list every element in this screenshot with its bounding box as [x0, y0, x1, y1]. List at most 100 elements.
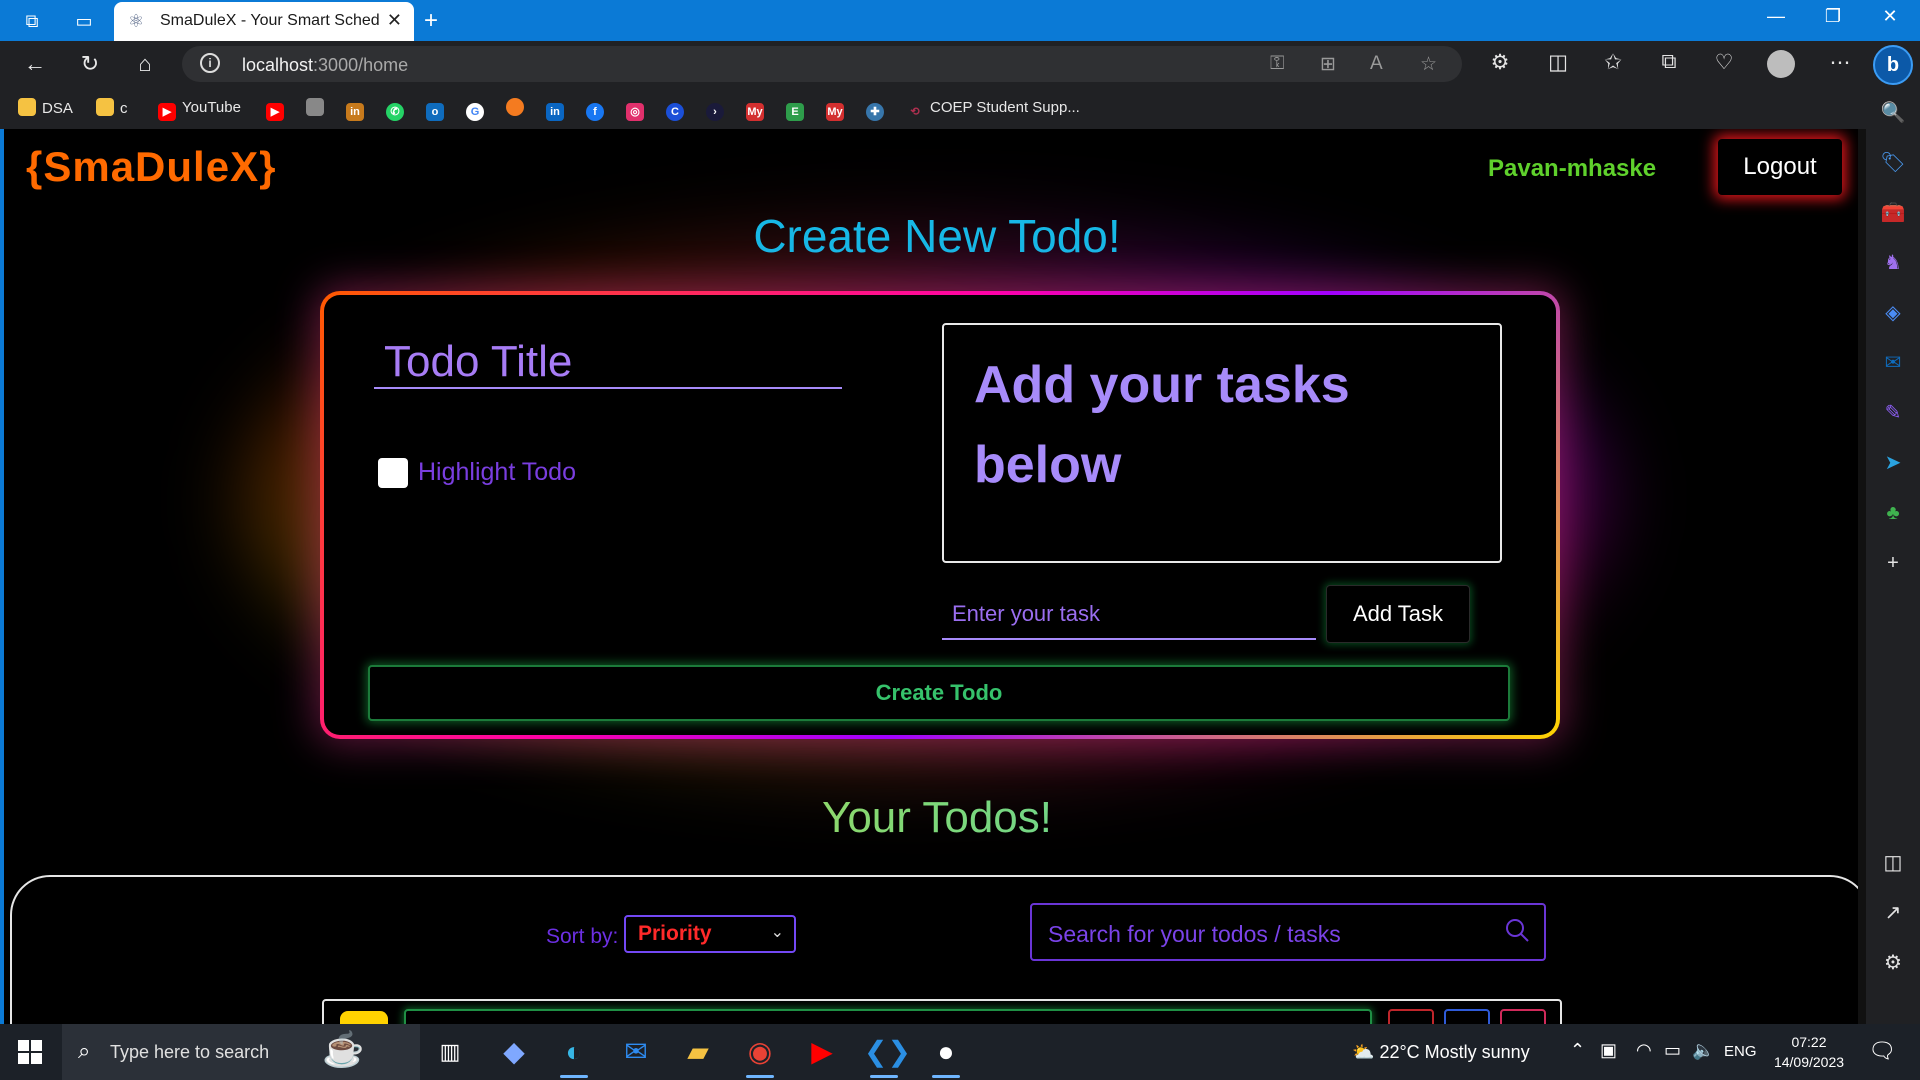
bookmark-python[interactable]: ✚ — [866, 98, 890, 121]
bookmark-my-1[interactable]: My — [746, 98, 770, 121]
split-screen-icon[interactable]: ◫ — [1544, 50, 1572, 75]
todo-item-title[interactable] — [404, 1009, 1372, 1024]
key-icon[interactable]: ⚿ — [1270, 53, 1284, 75]
copilot-icon[interactable]: ◆ — [494, 1034, 534, 1070]
youtube-icon[interactable]: ▶ — [802, 1034, 842, 1070]
favorites-icon[interactable]: ✩ — [1599, 50, 1627, 75]
shopping-tag-icon[interactable]: 🏷 — [1879, 149, 1907, 177]
logout-button[interactable]: Logout — [1718, 139, 1842, 195]
priority-badge[interactable] — [340, 1011, 388, 1024]
new-tab-button[interactable]: + — [424, 7, 438, 35]
copilot-icon[interactable]: ◈ — [1879, 299, 1907, 327]
settings-gear-icon[interactable]: ⚙ — [1879, 949, 1907, 977]
volume-icon[interactable]: 🔈 — [1692, 1040, 1714, 1061]
telegram-icon[interactable]: ➤ — [1879, 449, 1907, 477]
bookmark-in[interactable]: in — [346, 98, 370, 121]
notification-icon[interactable]: 🗨 — [1868, 1038, 1896, 1064]
bookmark-youtube[interactable]: ▶ YouTube — [158, 98, 241, 121]
show-hidden-icons[interactable]: ⌃ — [1570, 1040, 1585, 1061]
app-logo[interactable]: {SmaDuleX} — [26, 143, 276, 191]
chrome-icon[interactable]: ◉ — [740, 1034, 780, 1078]
search-icon[interactable] — [1504, 917, 1530, 943]
browser-essentials-icon[interactable]: ♡ — [1710, 50, 1738, 75]
tree-icon[interactable]: ♣ — [1879, 499, 1907, 527]
profile-avatar[interactable] — [1767, 50, 1795, 78]
back-button[interactable]: ← — [20, 51, 50, 77]
vscode-icon[interactable]: ❮❯ — [864, 1034, 911, 1078]
bookmark-whatsapp[interactable]: ✆ — [386, 98, 410, 121]
designer-icon[interactable]: ✎ — [1879, 399, 1907, 427]
todo-title-input[interactable] — [374, 337, 842, 389]
restore-button[interactable]: ❐ — [1813, 6, 1853, 27]
highlight-checkbox[interactable] — [378, 458, 408, 488]
sort-dropdown[interactable]: Priority ⌄ — [624, 915, 796, 953]
edit-button[interactable] — [1444, 1009, 1490, 1024]
address-bar[interactable]: i localhost:3000/home ⚿ ⊞ A ☆ — [182, 46, 1462, 82]
highlight-label[interactable]: Highlight Todo — [418, 458, 576, 487]
search-icon[interactable]: 🔍 — [1879, 99, 1907, 127]
page-viewport: {SmaDuleX} Pavan-mhaske Logout Create Ne… — [0, 129, 1866, 1024]
add-task-button[interactable]: Add Task — [1326, 585, 1470, 643]
bookmark-orange[interactable] — [506, 98, 530, 118]
minimize-button[interactable]: — — [1756, 6, 1796, 27]
bookmark-linkedin[interactable]: in — [546, 98, 570, 121]
bookmark-c[interactable]: c — [96, 98, 128, 118]
delete-button[interactable] — [1388, 1009, 1434, 1024]
apps-icon[interactable]: ⊞ — [1320, 53, 1336, 76]
bookmark-coep[interactable]: ⟲ COEP Student Supp... — [906, 98, 1079, 118]
weather-widget[interactable]: ⛅ 22°C Mostly sunny — [1352, 1042, 1530, 1063]
github-icon[interactable]: ● — [926, 1034, 966, 1078]
tools-icon[interactable]: 🧰 — [1879, 199, 1907, 227]
windows-start-icon[interactable] — [18, 1040, 42, 1064]
collections-icon[interactable]: ⧉ — [1655, 50, 1683, 74]
task-input[interactable] — [942, 590, 1316, 640]
bookmark-youtube-2[interactable]: ▶ — [266, 98, 290, 121]
add-icon[interactable]: + — [1879, 549, 1907, 577]
create-todo-button[interactable]: Create Todo — [368, 665, 1510, 721]
bookmark-instagram[interactable]: ◎ — [626, 98, 650, 121]
bookmark-google[interactable]: G — [466, 98, 490, 121]
site-info-icon[interactable]: i — [200, 53, 220, 73]
external-link-icon[interactable]: ↗ — [1879, 899, 1907, 927]
more-options-icon[interactable]: ⋯ — [1826, 50, 1854, 75]
bookmark-sheet[interactable]: E — [786, 98, 810, 121]
close-tab-icon[interactable]: ✕ — [387, 10, 402, 31]
remove-button[interactable] — [1500, 1009, 1546, 1024]
home-button[interactable]: ⌂ — [130, 51, 160, 77]
bing-copilot-button[interactable]: b — [1873, 45, 1913, 85]
bookmark-outlook[interactable]: o — [426, 98, 450, 121]
page-scrollbar[interactable] — [1858, 129, 1866, 1024]
task-view-icon[interactable]: ▥ — [430, 1034, 470, 1070]
url-text[interactable]: localhost:3000/home — [242, 55, 408, 76]
language-indicator[interactable]: ENG — [1724, 1043, 1757, 1060]
extensions-icon[interactable]: ⚙ — [1486, 50, 1514, 75]
todo-item[interactable] — [322, 999, 1562, 1024]
bookmark-dsa[interactable]: DSA — [18, 98, 73, 118]
bookmark-site[interactable] — [306, 98, 330, 118]
file-explorer-icon[interactable]: ▰ — [678, 1034, 718, 1070]
tab-actions-icon[interactable]: ▭ — [72, 9, 96, 33]
bookmark-my-2[interactable]: My — [826, 98, 850, 121]
clock[interactable]: 07:22 14/09/2023 — [1770, 1032, 1848, 1072]
wifi-icon[interactable]: ◠ — [1636, 1040, 1652, 1061]
bookmark-arrow[interactable]: › — [706, 98, 730, 121]
refresh-button[interactable]: ↻ — [75, 51, 105, 77]
edge-icon[interactable]: ◐ — [554, 1034, 594, 1078]
todo-search-input[interactable]: Search for your todos / tasks — [1030, 903, 1546, 961]
autumn-cup-icon: ☕ — [322, 1031, 365, 1069]
bookmark-c-logo[interactable]: C — [666, 98, 690, 121]
games-icon[interactable]: ♞ — [1879, 249, 1907, 277]
battery-icon[interactable]: ▭ — [1664, 1040, 1681, 1061]
browser-tab-active[interactable]: ⚛ SmaDuleX - Your Smart Scheduli ✕ — [114, 2, 414, 41]
close-window-button[interactable]: ✕ — [1870, 6, 1910, 27]
read-aloud-icon[interactable]: A — [1370, 53, 1383, 75]
bookmark-facebook[interactable]: f — [586, 98, 610, 121]
workspaces-icon[interactable]: ⧉ — [20, 9, 44, 33]
sidebar-layout-icon[interactable]: ◫ — [1879, 849, 1907, 877]
outlook-icon[interactable]: ✉ — [1879, 349, 1907, 377]
mail-icon[interactable]: ✉ — [616, 1034, 656, 1070]
favorite-star-icon[interactable]: ☆ — [1420, 53, 1437, 76]
browser-toolbar: ← ↻ ⌂ i localhost:3000/home ⚿ ⊞ A ☆ ⚙ ◫ … — [0, 41, 1920, 87]
meet-now-icon[interactable]: ▣ — [1600, 1040, 1617, 1061]
taskbar-search[interactable]: ⌕ Type here to search ☕ — [62, 1024, 420, 1080]
